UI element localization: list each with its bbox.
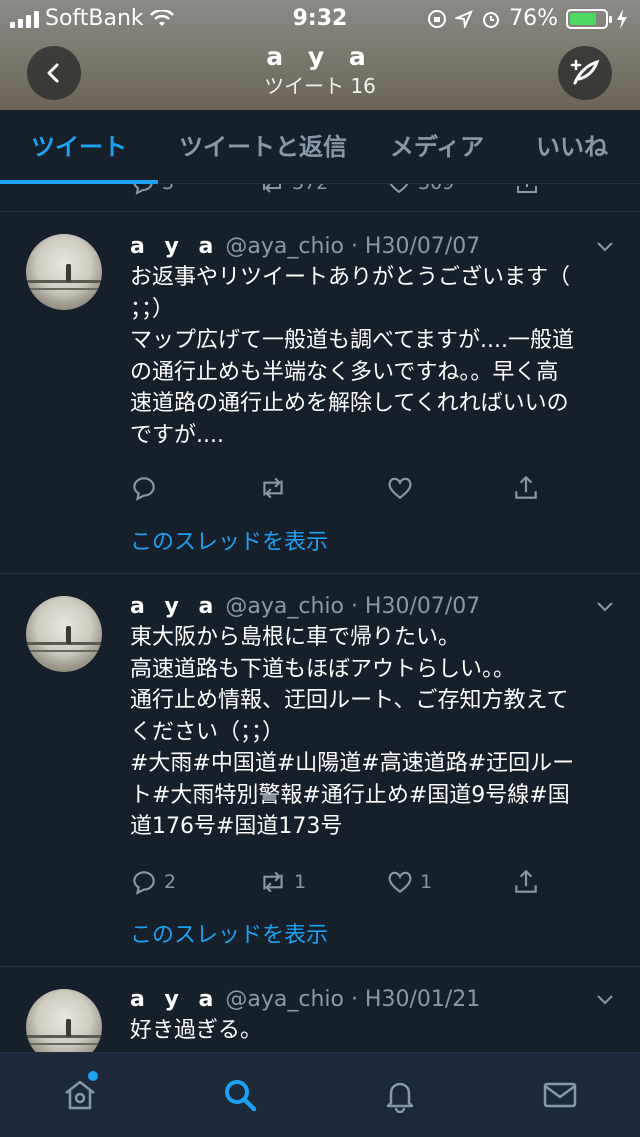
alarm-icon [483, 11, 500, 28]
notification-dot [88, 1071, 98, 1081]
share-icon[interactable] [512, 868, 540, 896]
nav-home[interactable] [60, 1071, 100, 1115]
charging-icon [617, 8, 627, 29]
bottom-navigation [0, 1052, 640, 1137]
chevron-down-icon[interactable] [594, 989, 616, 1011]
reply-count: 2 [164, 871, 177, 893]
reply-icon[interactable] [130, 474, 158, 502]
home-icon [65, 1080, 95, 1110]
tab-tweets[interactable]: ツイート [10, 110, 148, 184]
location-icon [455, 9, 473, 28]
messages-icon [543, 1082, 577, 1108]
tab-likes[interactable]: いいね [522, 110, 622, 184]
tweet-meta: @aya_chio · H30/01/21 [225, 987, 481, 1012]
tweet[interactable]: a y a @aya_chio · H30/07/07 お返事やリツイートありがと… [0, 212, 640, 574]
like-count: 1 [420, 871, 433, 893]
show-thread-link[interactable]: このスレッドを表示 [130, 524, 328, 556]
battery-percent: 76% [509, 6, 558, 31]
profile-name: a y a [266, 42, 374, 71]
reply-icon[interactable] [130, 868, 158, 896]
search-icon [225, 1080, 257, 1112]
like-count: 309 [418, 184, 454, 194]
previous-tweet-actions: 3 372 309 [0, 184, 640, 212]
avatar[interactable] [26, 234, 102, 310]
profile-header: SoftBank 9:32 76% a y a ツイート 16 [0, 0, 640, 110]
show-thread-link[interactable]: このスレッドを表示 [130, 917, 328, 949]
nav-messages[interactable] [540, 1075, 580, 1115]
reply-count: 3 [162, 184, 174, 194]
avatar[interactable] [26, 596, 102, 672]
tweet-text: 好き過ぎる。 [130, 1018, 263, 1043]
profile-tabs: ツイート ツイートと返信 メディア いいね [0, 110, 640, 184]
chevron-down-icon[interactable] [594, 236, 616, 258]
nav-notifications[interactable] [380, 1075, 420, 1115]
tweet[interactable]: a y a @aya_chio · H30/07/07 東大阪から島根に車で帰りた… [0, 574, 640, 967]
status-bar: SoftBank 9:32 76% [0, 0, 640, 36]
retweet-icon[interactable] [258, 868, 288, 896]
battery-icon [566, 8, 612, 29]
retweet-count: 1 [294, 871, 307, 893]
notifications-icon [386, 1082, 414, 1113]
reply-icon[interactable] [130, 184, 156, 196]
tweet-meta: @aya_chio · H30/07/07 [225, 234, 481, 259]
tweet-text: お返事やリツイートありがとうございます（ ；；） マップ広げて一般道も調べてます… [130, 265, 574, 448]
compose-icon [570, 59, 600, 85]
like-icon[interactable] [386, 184, 412, 196]
tweet-author-name[interactable]: a y a [130, 987, 219, 1012]
orientation-lock-icon [428, 9, 447, 28]
compose-button[interactable] [558, 46, 612, 100]
like-icon[interactable] [386, 474, 414, 502]
like-icon[interactable] [386, 868, 414, 896]
chevron-down-icon[interactable] [594, 596, 616, 618]
tweet-author-name[interactable]: a y a [130, 234, 219, 259]
share-icon[interactable] [512, 474, 540, 502]
share-icon[interactable] [514, 184, 540, 196]
retweet-icon[interactable] [258, 474, 288, 502]
tweet-count: ツイート 16 [264, 74, 376, 98]
tweet-actions: 2 1 1 [130, 868, 610, 902]
tweet-author-name[interactable]: a y a [130, 594, 219, 619]
tweet-actions [130, 474, 610, 508]
retweet-icon[interactable] [258, 184, 286, 196]
tweet-meta: @aya_chio · H30/07/07 [225, 594, 481, 619]
tab-tweets-and-replies[interactable]: ツイートと返信 [172, 110, 354, 184]
tweet-text: 東大阪から島根に車で帰りたい。 高速道路も下道もほぼアウトらしい。。 通行止め情… [130, 625, 575, 839]
tab-media[interactable]: メディア [378, 110, 496, 184]
tweet[interactable]: a y a @aya_chio · H30/01/21 好き過ぎる。 [0, 967, 640, 1052]
retweet-count: 372 [292, 184, 328, 194]
avatar[interactable] [26, 989, 102, 1052]
nav-search[interactable] [220, 1075, 260, 1115]
